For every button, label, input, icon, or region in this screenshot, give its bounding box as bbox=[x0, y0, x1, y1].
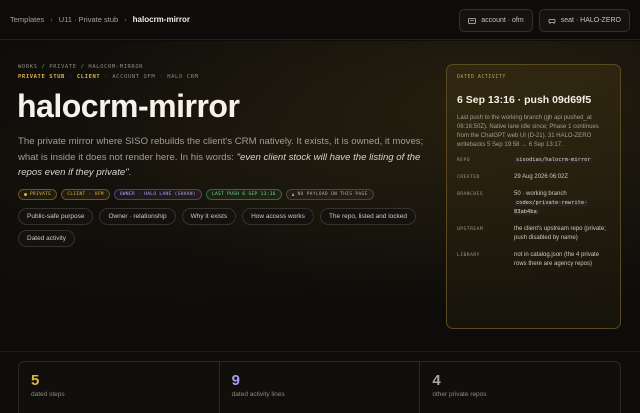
panel-heading: DATED ACTIVITY bbox=[457, 75, 506, 80]
subline-private-stub: PRIVATE STUB bbox=[18, 74, 65, 80]
stat-activity-lines: 9 dated activity lines bbox=[220, 362, 421, 413]
detail-key: BRANCHES bbox=[457, 192, 484, 197]
stat-label: dated activity lines bbox=[231, 391, 285, 398]
lock-icon: 🔒︎ bbox=[291, 192, 295, 198]
hero-subline: PRIVATE STUB · CLIENT · ACCOUNT OFM · HALO CRM bbox=[18, 74, 199, 80]
stats-bar: 5 dated steps 9 dated activity lines 4 o… bbox=[18, 361, 621, 413]
detail-key: UPSTREAM bbox=[457, 227, 484, 232]
stat-value: 5 bbox=[31, 372, 40, 389]
badge-label: NO PAYLOAD ON THIS PAGE bbox=[297, 192, 368, 197]
chevron-right-icon: › bbox=[50, 15, 53, 24]
breadcrumb-templates[interactable]: Templates bbox=[10, 15, 44, 24]
detail-branches: BRANCHES 50 · working branch codex/privat… bbox=[457, 190, 610, 217]
panel-title: 6 Sep 13:16 · push 09d69f5 bbox=[457, 94, 592, 106]
seat-label: seat · HALO-ZERO bbox=[560, 17, 621, 24]
hero-path: WORKS / PRIVATE / HALOCRM-MIRROR bbox=[18, 64, 144, 70]
detail-key: LIBRARY bbox=[457, 253, 480, 258]
chip-how-access-works[interactable]: How access works bbox=[242, 208, 314, 225]
account-icon bbox=[468, 17, 477, 24]
detail-value: 29 Aug 2026 06:02Z bbox=[514, 174, 569, 180]
chip-repo-listed-locked[interactable]: The repo, listed and locked bbox=[319, 208, 416, 225]
badge-private: PRIVATE bbox=[18, 189, 58, 200]
page-description: The private mirror where SISO rebuilds t… bbox=[18, 134, 426, 181]
account-label: account · ofm bbox=[481, 17, 524, 24]
breadcrumb-private-stub[interactable]: U11 · Private stub bbox=[59, 15, 118, 24]
detail-upstream: UPSTREAM the client's upstream repo (pri… bbox=[457, 225, 610, 243]
stat-dated-steps: 5 dated steps bbox=[19, 362, 220, 413]
badge-row: PRIVATE CLIENT · OFM OWNER · HALO LANE (… bbox=[18, 189, 374, 200]
subline-product: HALO CRM bbox=[167, 74, 199, 80]
subline-account: ACCOUNT OFM bbox=[112, 74, 156, 80]
chip-owner-relationship[interactable]: Owner · relationship bbox=[99, 208, 176, 225]
chip-why-it-exists[interactable]: Why it exists bbox=[181, 208, 237, 225]
account-button[interactable]: account · ofm bbox=[459, 9, 533, 32]
description-end: . bbox=[128, 167, 132, 178]
stat-label: other private repos bbox=[432, 391, 487, 398]
panel-details: REPO sisodias/halocrm-mirror CREATED 29 … bbox=[457, 156, 610, 269]
chip-public-safe-purpose[interactable]: Public-safe purpose bbox=[18, 208, 94, 225]
seat-icon bbox=[548, 18, 556, 24]
detail-created: CREATED 29 Aug 2026 06:02Z bbox=[457, 173, 610, 182]
badge-label: PRIVATE bbox=[30, 192, 52, 197]
seat-button[interactable]: seat · HALO-ZERO bbox=[538, 9, 630, 32]
detail-key: REPO bbox=[457, 158, 471, 163]
badge-label: CLIENT · OFM bbox=[67, 192, 104, 197]
badge-label: LAST PUSH 6 SEP 13:16 bbox=[211, 192, 276, 197]
badge-owner: OWNER · HALO LANE (SHAAN) bbox=[113, 189, 202, 200]
badge-label: OWNER · HALO LANE (SHAAN) bbox=[119, 192, 196, 197]
repo-code: sisodias/halocrm-mirror bbox=[514, 157, 593, 163]
top-bar: Templates › U11 · Private stub › halocrm… bbox=[0, 0, 640, 40]
detail-value: not in catalog.json (the 4 private rows … bbox=[514, 252, 600, 267]
chip-dated-activity[interactable]: Dated activity bbox=[18, 230, 76, 247]
dot-icon bbox=[24, 193, 27, 196]
section-divider bbox=[0, 351, 640, 352]
detail-value: the client's upstream repo (private; pus… bbox=[514, 226, 606, 241]
badge-last-push: LAST PUSH 6 SEP 13:16 bbox=[205, 189, 282, 200]
stat-value: 9 bbox=[231, 372, 241, 389]
branch-code: codex/private-rewrite-83ab4ba bbox=[514, 200, 588, 215]
detail-library: LIBRARY not in catalog.json (the 4 priva… bbox=[457, 251, 610, 269]
stat-private-repos: 4 other private repos bbox=[420, 362, 620, 413]
dated-activity-panel: DATED ACTIVITY 6 Sep 13:16 · push 09d69f… bbox=[446, 64, 621, 329]
detail-repo: REPO sisodias/halocrm-mirror bbox=[457, 156, 610, 165]
section-chips: Public-safe purpose Owner · relationship… bbox=[18, 208, 438, 247]
breadcrumb: Templates › U11 · Private stub › halocrm… bbox=[10, 15, 190, 24]
chevron-right-icon: › bbox=[124, 15, 127, 24]
subline-client: CLIENT bbox=[76, 74, 101, 80]
stat-label: dated steps bbox=[31, 391, 65, 398]
detail-value: 50 · working branch bbox=[514, 191, 567, 197]
breadcrumb-current: halocrm-mirror bbox=[132, 15, 191, 24]
panel-description: Last push to the working branch (gh api … bbox=[457, 115, 599, 148]
detail-key: CREATED bbox=[457, 175, 480, 180]
badge-no-payload: 🔒︎ NO PAYLOAD ON THIS PAGE bbox=[285, 189, 374, 200]
badge-client: CLIENT · OFM bbox=[61, 189, 110, 200]
page-title: halocrm-mirror bbox=[17, 88, 240, 124]
stat-value: 4 bbox=[432, 372, 441, 389]
